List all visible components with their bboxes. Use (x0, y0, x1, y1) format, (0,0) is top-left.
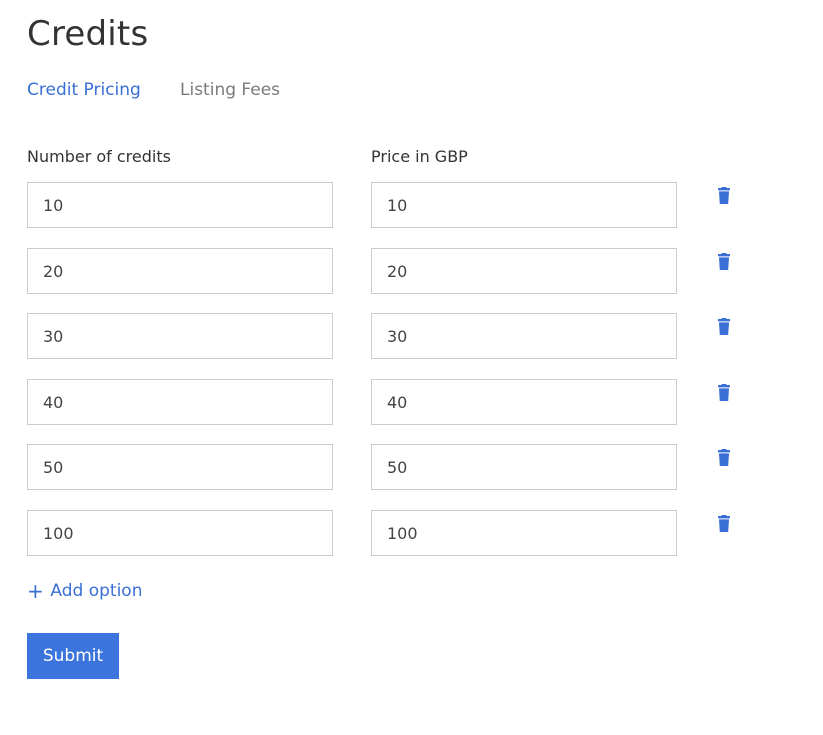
pricing-row (0, 510, 823, 556)
add-option-link[interactable]: + Add option (27, 579, 142, 603)
tab-credit-pricing[interactable]: Credit Pricing (27, 78, 141, 102)
price-input[interactable] (371, 313, 677, 359)
price-label: Price in GBP (371, 147, 468, 166)
pricing-row (0, 313, 823, 359)
add-option-label: Add option (50, 581, 143, 601)
price-input[interactable] (371, 248, 677, 294)
tab-listing-fees[interactable]: Listing Fees (180, 78, 280, 102)
pricing-row (0, 182, 823, 228)
price-input[interactable] (371, 182, 677, 228)
credits-input[interactable] (27, 444, 333, 490)
credits-input[interactable] (27, 313, 333, 359)
credits-input[interactable] (27, 510, 333, 556)
credits-input[interactable] (27, 248, 333, 294)
price-input[interactable] (371, 379, 677, 425)
trash-icon[interactable] (716, 318, 732, 336)
page-title: Credits (27, 14, 149, 54)
price-input[interactable] (371, 444, 677, 490)
trash-icon[interactable] (716, 449, 732, 467)
trash-icon[interactable] (716, 515, 732, 533)
number-of-credits-label: Number of credits (27, 147, 171, 166)
submit-button[interactable]: Submit (27, 633, 119, 679)
credits-input[interactable] (27, 182, 333, 228)
pricing-row (0, 444, 823, 490)
pricing-row (0, 248, 823, 294)
plus-icon: + (27, 579, 44, 603)
pricing-row (0, 379, 823, 425)
price-input[interactable] (371, 510, 677, 556)
credits-input[interactable] (27, 379, 333, 425)
trash-icon[interactable] (716, 384, 732, 402)
trash-icon[interactable] (716, 253, 732, 271)
trash-icon[interactable] (716, 187, 732, 205)
